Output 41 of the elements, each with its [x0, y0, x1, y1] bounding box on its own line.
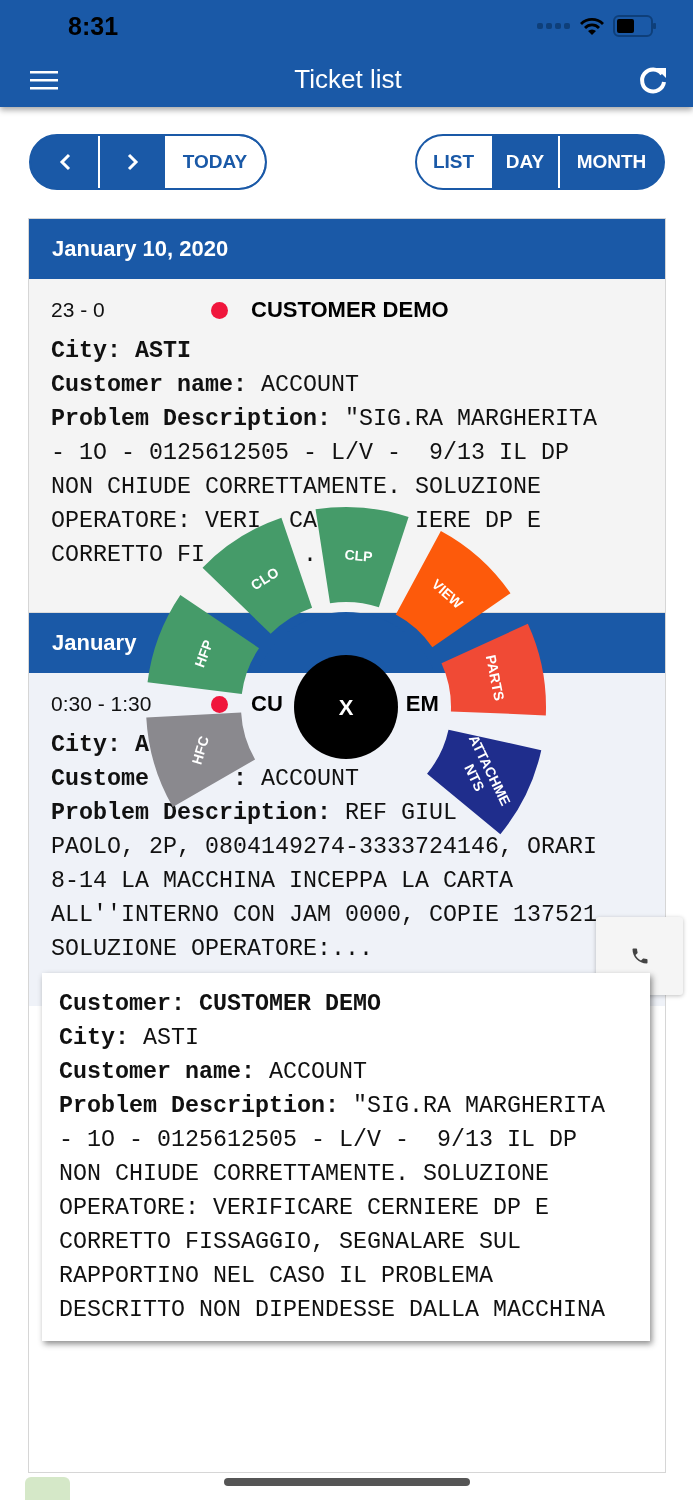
description-text: - 1O - 0125612505 - L/V - 9/13 IL DP — [51, 440, 569, 466]
description-text: SOLUZIONE OPERATORE:... — [51, 936, 373, 962]
customer-name-line: Customer name: ACCOUNT — [59, 1058, 367, 1087]
view-tab[interactable]: LIST — [417, 136, 490, 188]
city-line: City: ASTI — [51, 337, 191, 366]
description-text: RAPPORTINO NEL CASO IL PROBLEMA — [59, 1263, 493, 1289]
description-text: ALL''INTERNO CON JAM 0000, COPIE 137521 — [51, 902, 597, 928]
description-label: Problem Description: — [59, 1093, 339, 1119]
customer-name-line: Customer name: ACCOUNT — [51, 371, 359, 400]
customer-title: EM — [405, 691, 439, 717]
status-time: 8:31 — [68, 11, 119, 41]
description-text: OPERATORE: VERIFICARE CERNIERE DP E — [59, 1195, 549, 1221]
date-header: January 10, 2020 — [29, 219, 665, 279]
description-text: DESCRITTO NON DIPENDESSE DALLA MACCHINA — [59, 1297, 605, 1323]
description-label: Problem Description: — [51, 406, 331, 432]
chevron-left-icon — [57, 152, 72, 172]
menu-action[interactable]: PARTS — [441, 623, 546, 716]
chevron-right-icon — [125, 152, 140, 172]
city-line: City: A — [51, 731, 149, 760]
description-text: - 1O - 0125612505 - L/V - 9/13 IL DP — [59, 1127, 577, 1153]
refresh-icon[interactable] — [638, 64, 668, 95]
description-text: NON CHIUDE CORRETTAMENTE. SOLUZIONE — [51, 474, 541, 500]
description-text: NON CHIUDE CORRETTAMENTE. SOLUZIONE — [59, 1161, 549, 1187]
city-line: City: ASTI — [59, 1024, 199, 1053]
menu-icon[interactable] — [30, 69, 58, 90]
ticket-card[interactable] — [29, 279, 665, 613]
signal-icon — [537, 22, 571, 30]
ticket-time: 23 - 0 — [51, 298, 106, 322]
description-text: "SIG.RA MARGHERITA — [353, 1093, 605, 1119]
description-text: CORRETTO FI — [51, 542, 205, 568]
customer-title: CUSTOMER DEMO — [251, 297, 449, 323]
description-text: 8-14 LA MACCHINA INCEPPA LA CARTA — [51, 868, 513, 894]
today-button[interactable]: TODAY — [165, 136, 265, 188]
screen-title: Ticket list — [294, 64, 402, 95]
close-button[interactable]: X — [294, 655, 398, 759]
wifi-icon — [579, 16, 605, 36]
battery-icon — [613, 15, 657, 37]
description-text: CORRETTO FISSAGGIO, SEGNALARE SUL — [59, 1229, 521, 1255]
description-text: "SIG.RA MARGHERITA — [345, 406, 597, 432]
description-text: PAOLO, 2P, 0804149274-3333724146, ORARI — [51, 834, 597, 860]
customer-line: Customer: CUSTOMER DEMO — [59, 990, 381, 1019]
